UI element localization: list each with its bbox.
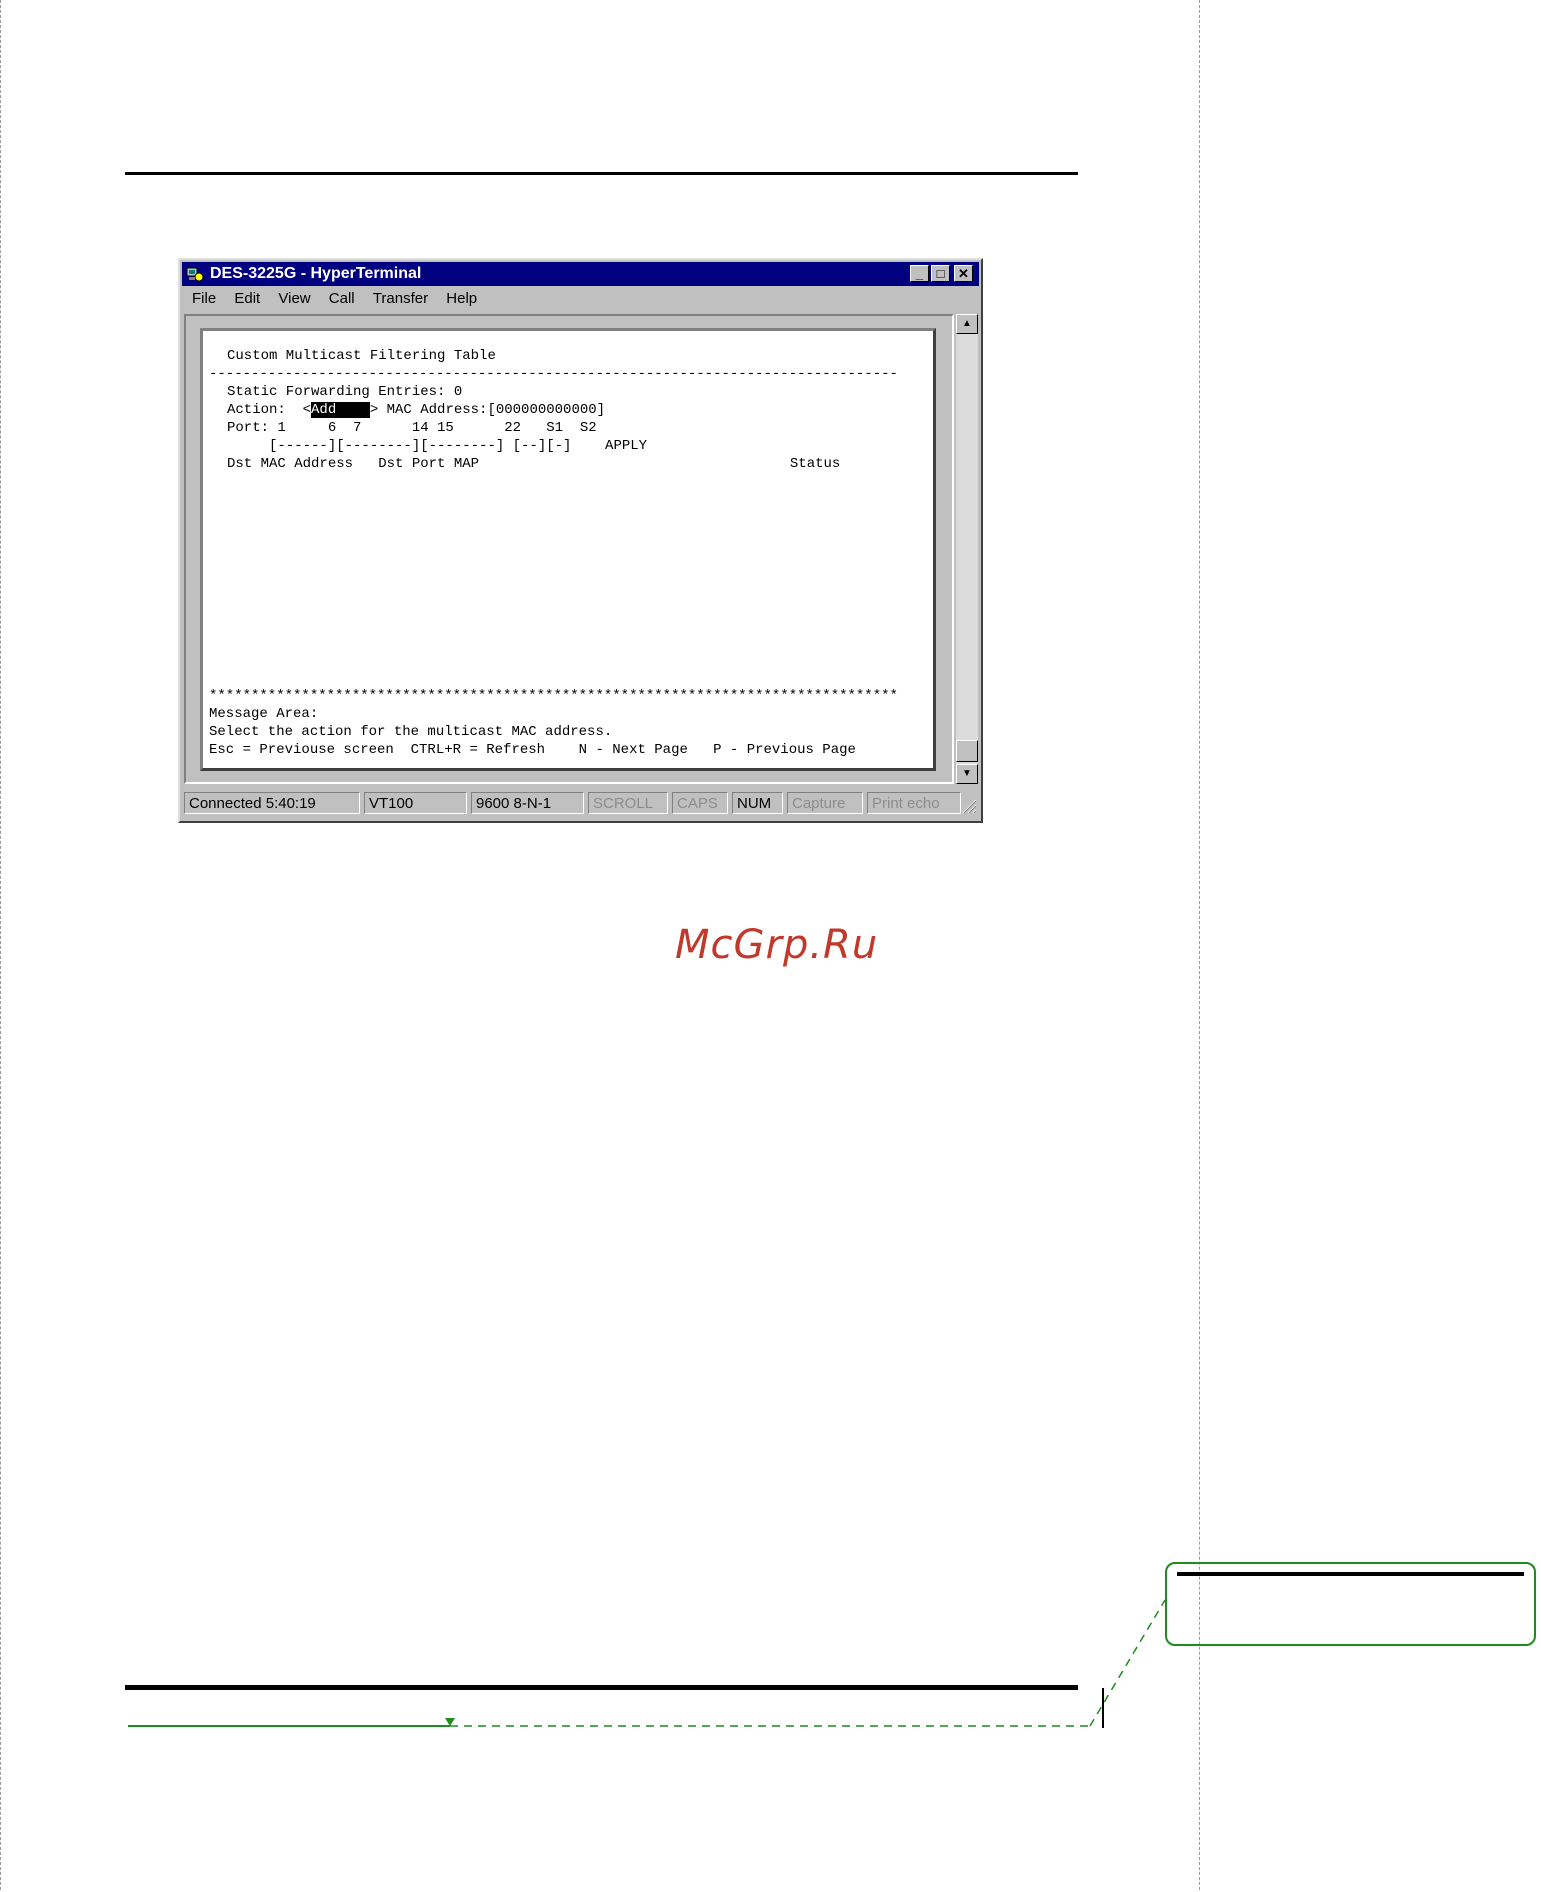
watermark: McGrp.Ru	[675, 922, 879, 968]
port-header: Port: 1 6 7 14 15 22 S1 S2	[227, 420, 597, 436]
table-header: Dst MAC Address Dst Port MAP Status	[227, 456, 841, 472]
scroll-down-button[interactable]: ▼	[956, 764, 978, 784]
action-row: Action: <Add > MAC Address:[000000000000…	[227, 401, 605, 419]
static-entries: Static Forwarding Entries: 0	[227, 384, 463, 400]
stars-line: ****************************************…	[209, 688, 898, 704]
status-num: NUM	[732, 792, 783, 814]
callout-rule	[1177, 1572, 1524, 1576]
mac-address-field[interactable]: > MAC Address:[000000000000]	[370, 402, 605, 418]
menu-file[interactable]: File	[192, 290, 216, 307]
minimize-button[interactable]: _	[910, 265, 929, 282]
close-button[interactable]: ✕	[954, 265, 973, 282]
status-caps: CAPS	[672, 792, 728, 814]
help-line: Esc = Previouse screen CTRL+R = Refresh …	[209, 742, 856, 758]
status-scroll: SCROLL	[588, 792, 668, 814]
scroll-thumb[interactable]	[956, 740, 978, 762]
action-label: Action: <	[227, 402, 312, 418]
status-capture: Capture	[787, 792, 863, 814]
menu-help[interactable]: Help	[446, 290, 477, 307]
menu-edit[interactable]: Edit	[234, 290, 260, 307]
scroll-up-button[interactable]: ▲	[956, 314, 978, 334]
message-area-label: Message Area:	[209, 706, 319, 722]
menu-call[interactable]: Call	[329, 290, 355, 307]
hyperterminal-icon	[186, 267, 204, 282]
margin-callout-box	[1165, 1562, 1536, 1646]
status-print-echo: Print echo	[867, 792, 961, 814]
message-text: Select the action for the multicast MAC …	[209, 724, 613, 740]
screen-title: Custom Multicast Filtering Table	[227, 348, 496, 364]
hyperterminal-window: DES-3225G - HyperTerminal _ □ ✕ File Edi…	[178, 258, 983, 823]
menu-bar: File Edit View Call Transfer Help	[184, 288, 483, 310]
maximize-button[interactable]: □	[931, 265, 950, 282]
status-settings: 9600 8-N-1	[471, 792, 584, 814]
annotation-connector	[128, 1599, 1166, 1728]
menu-view[interactable]: View	[278, 290, 310, 307]
window-title: DES-3225G - HyperTerminal	[210, 265, 422, 282]
action-select[interactable]: Add	[311, 402, 370, 418]
menu-transfer[interactable]: Transfer	[373, 290, 428, 307]
status-connected: Connected 5:40:19	[184, 792, 360, 814]
status-bar: Connected 5:40:19 VT100 9600 8-N-1 SCROL…	[182, 790, 979, 816]
status-emulation: VT100	[364, 792, 467, 814]
separator-line: ----------------------------------------…	[209, 366, 898, 382]
terminal-area[interactable]: Custom Multicast Filtering Table -------…	[184, 314, 954, 784]
top-rule	[125, 172, 1078, 175]
vertical-scrollbar[interactable]: ▲ ▼	[956, 314, 978, 784]
resize-grip-icon[interactable]	[959, 796, 977, 814]
port-map-fields[interactable]: [------][--------][--------] [--][-] APP…	[227, 437, 647, 455]
terminal-screen[interactable]: Custom Multicast Filtering Table -------…	[200, 328, 936, 771]
title-bar: DES-3225G - HyperTerminal _ □ ✕	[182, 262, 979, 286]
